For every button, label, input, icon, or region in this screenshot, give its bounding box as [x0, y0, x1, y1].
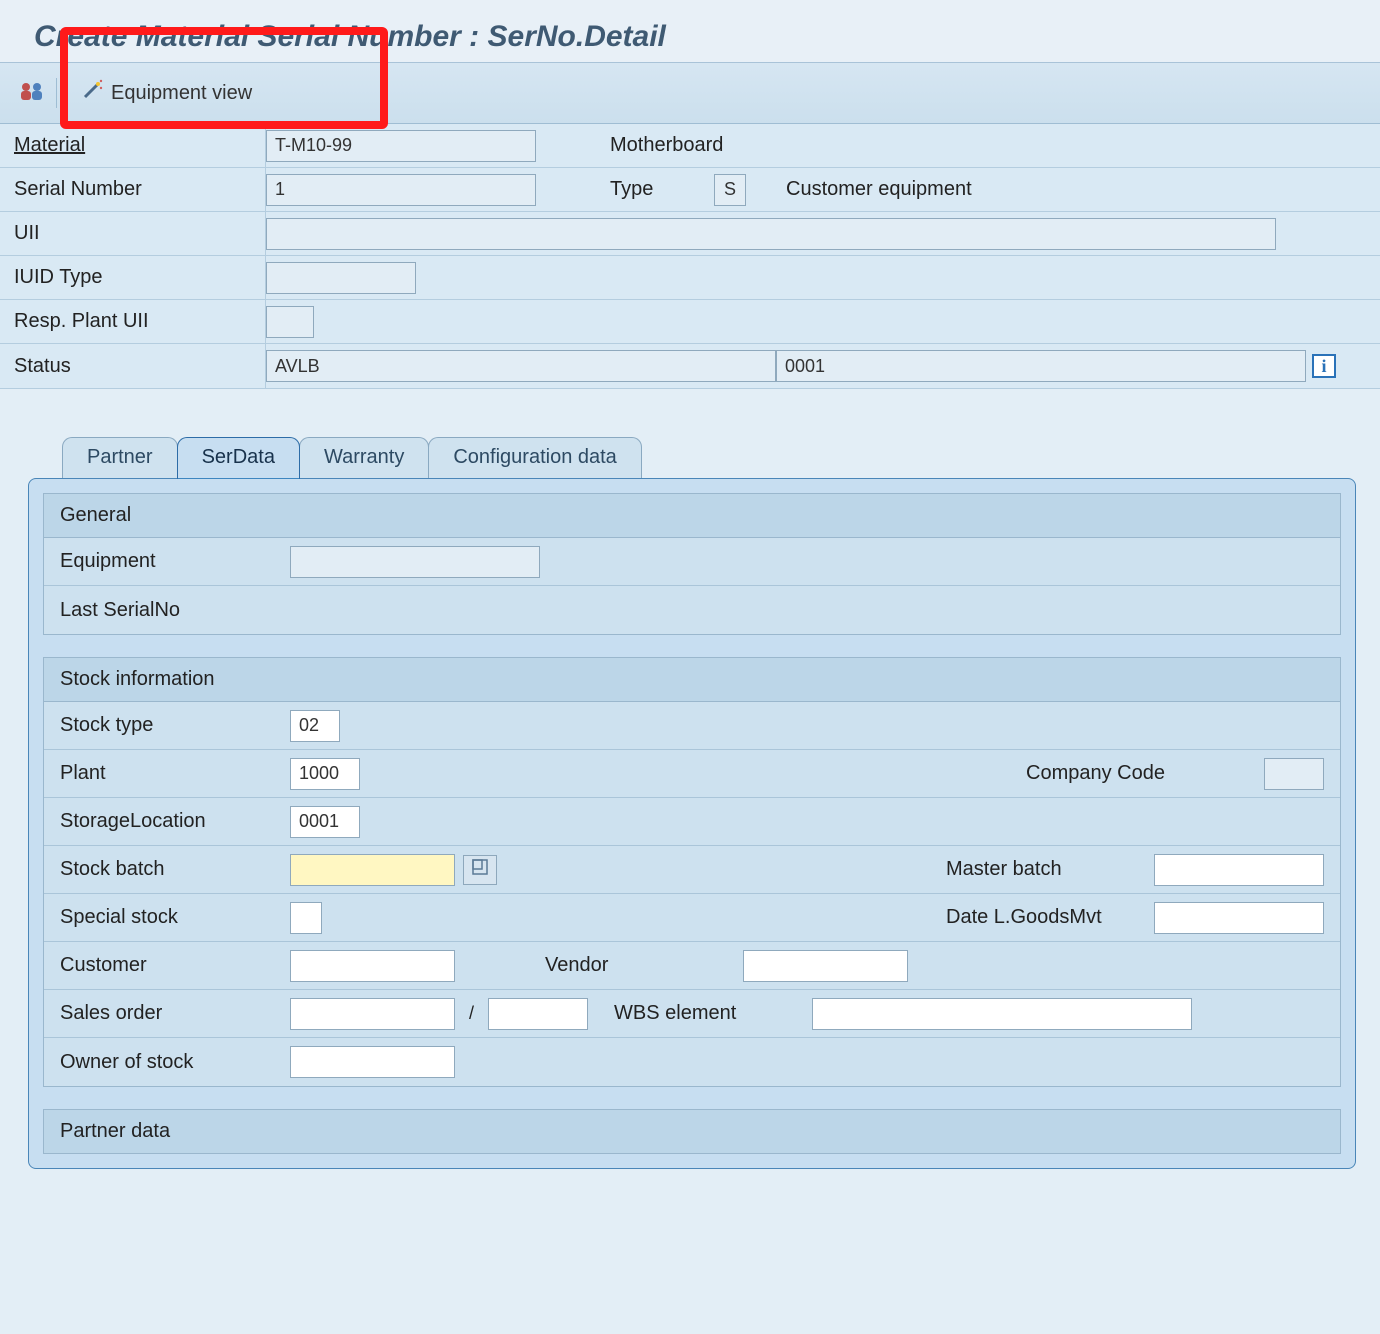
- group-partner-data-title: Partner data: [44, 1110, 1340, 1153]
- group-stock-title: Stock information: [44, 658, 1340, 702]
- owner-of-stock-input[interactable]: [290, 1046, 455, 1078]
- special-stock-label: Special stock: [60, 906, 290, 929]
- wand-icon: [81, 79, 103, 107]
- sales-order-input[interactable]: [290, 998, 455, 1030]
- resp-plant-uii-label: Resp. Plant UII: [0, 300, 266, 343]
- master-batch-label: Master batch: [946, 858, 1136, 881]
- customer-label: Customer: [60, 954, 290, 977]
- tab-partner[interactable]: Partner: [62, 437, 178, 479]
- vendor-input[interactable]: [743, 950, 908, 982]
- equipment-input[interactable]: [290, 546, 540, 578]
- tab-configuration-data[interactable]: Configuration data: [428, 437, 641, 479]
- toolbar-separator: [56, 78, 57, 108]
- serial-number-input[interactable]: [266, 174, 536, 206]
- iuid-type-input[interactable]: [266, 262, 416, 294]
- storage-location-label: StorageLocation: [60, 810, 290, 833]
- info-icon: i: [1312, 354, 1336, 378]
- header-block: Material Motherboard Serial Number Type …: [0, 124, 1380, 389]
- sales-order-label: Sales order: [60, 1002, 290, 1025]
- customer-input[interactable]: [290, 950, 455, 982]
- material-description: Motherboard: [594, 124, 723, 167]
- master-batch-input[interactable]: [1154, 854, 1324, 886]
- company-code-label: Company Code: [1026, 762, 1246, 785]
- material-input[interactable]: [266, 130, 536, 162]
- date-lgoodsmvt-input[interactable]: [1154, 902, 1324, 934]
- last-serialno-label: Last SerialNo: [60, 599, 290, 622]
- equipment-view-label: Equipment view: [111, 82, 252, 105]
- type-input[interactable]: [714, 174, 746, 206]
- group-partner-data: Partner data: [43, 1109, 1341, 1154]
- status-info-button[interactable]: i: [1312, 354, 1336, 378]
- toolbar: Equipment view: [0, 63, 1380, 124]
- vendor-label: Vendor: [545, 954, 725, 977]
- date-lgoodsmvt-label: Date L.GoodsMvt: [946, 906, 1136, 929]
- iuid-type-label: IUID Type: [0, 256, 266, 299]
- tab-content-serdata: General Equipment Last SerialNo Stock in…: [28, 478, 1356, 1169]
- equipment-view-button[interactable]: Equipment view: [71, 73, 262, 113]
- resp-plant-uii-input[interactable]: [266, 306, 314, 338]
- sales-order-separator: /: [463, 1003, 480, 1024]
- group-stock-information: Stock information Stock type Plant Compa…: [43, 657, 1341, 1087]
- uii-input[interactable]: [266, 218, 1276, 250]
- stock-batch-input[interactable]: [290, 854, 455, 886]
- status-num-input[interactable]: [776, 350, 1306, 382]
- stock-type-label: Stock type: [60, 714, 290, 737]
- tab-serdata[interactable]: SerData: [177, 437, 300, 479]
- matchcode-icon: [472, 859, 488, 880]
- status-input[interactable]: [266, 350, 776, 382]
- sales-order-item-input[interactable]: [488, 998, 588, 1030]
- tabstrip: Partner SerData Warranty Configuration d…: [28, 437, 1356, 479]
- page-title: Create Material Serial Number : SerNo.De…: [0, 0, 1380, 63]
- status-label: Status: [0, 344, 266, 388]
- company-code-input[interactable]: [1264, 758, 1324, 790]
- stock-batch-label: Stock batch: [60, 858, 290, 881]
- wbs-element-label: WBS element: [614, 1002, 794, 1025]
- users-icon[interactable]: [18, 79, 46, 108]
- stock-type-input[interactable]: [290, 710, 340, 742]
- material-label[interactable]: Material: [0, 124, 266, 167]
- group-general-title: General: [44, 494, 1340, 538]
- plant-input[interactable]: [290, 758, 360, 790]
- uii-label: UII: [0, 212, 266, 255]
- tab-warranty[interactable]: Warranty: [299, 437, 429, 479]
- type-description: Customer equipment: [770, 168, 972, 211]
- special-stock-input[interactable]: [290, 902, 322, 934]
- plant-label: Plant: [60, 762, 290, 785]
- group-general: General Equipment Last SerialNo: [43, 493, 1341, 635]
- storage-location-input[interactable]: [290, 806, 360, 838]
- type-label: Type: [594, 168, 714, 211]
- owner-of-stock-label: Owner of stock: [60, 1051, 290, 1074]
- equipment-label: Equipment: [60, 550, 290, 573]
- wbs-element-input[interactable]: [812, 998, 1192, 1030]
- serial-number-label: Serial Number: [0, 168, 266, 211]
- stock-batch-search-help-button[interactable]: [463, 855, 497, 885]
